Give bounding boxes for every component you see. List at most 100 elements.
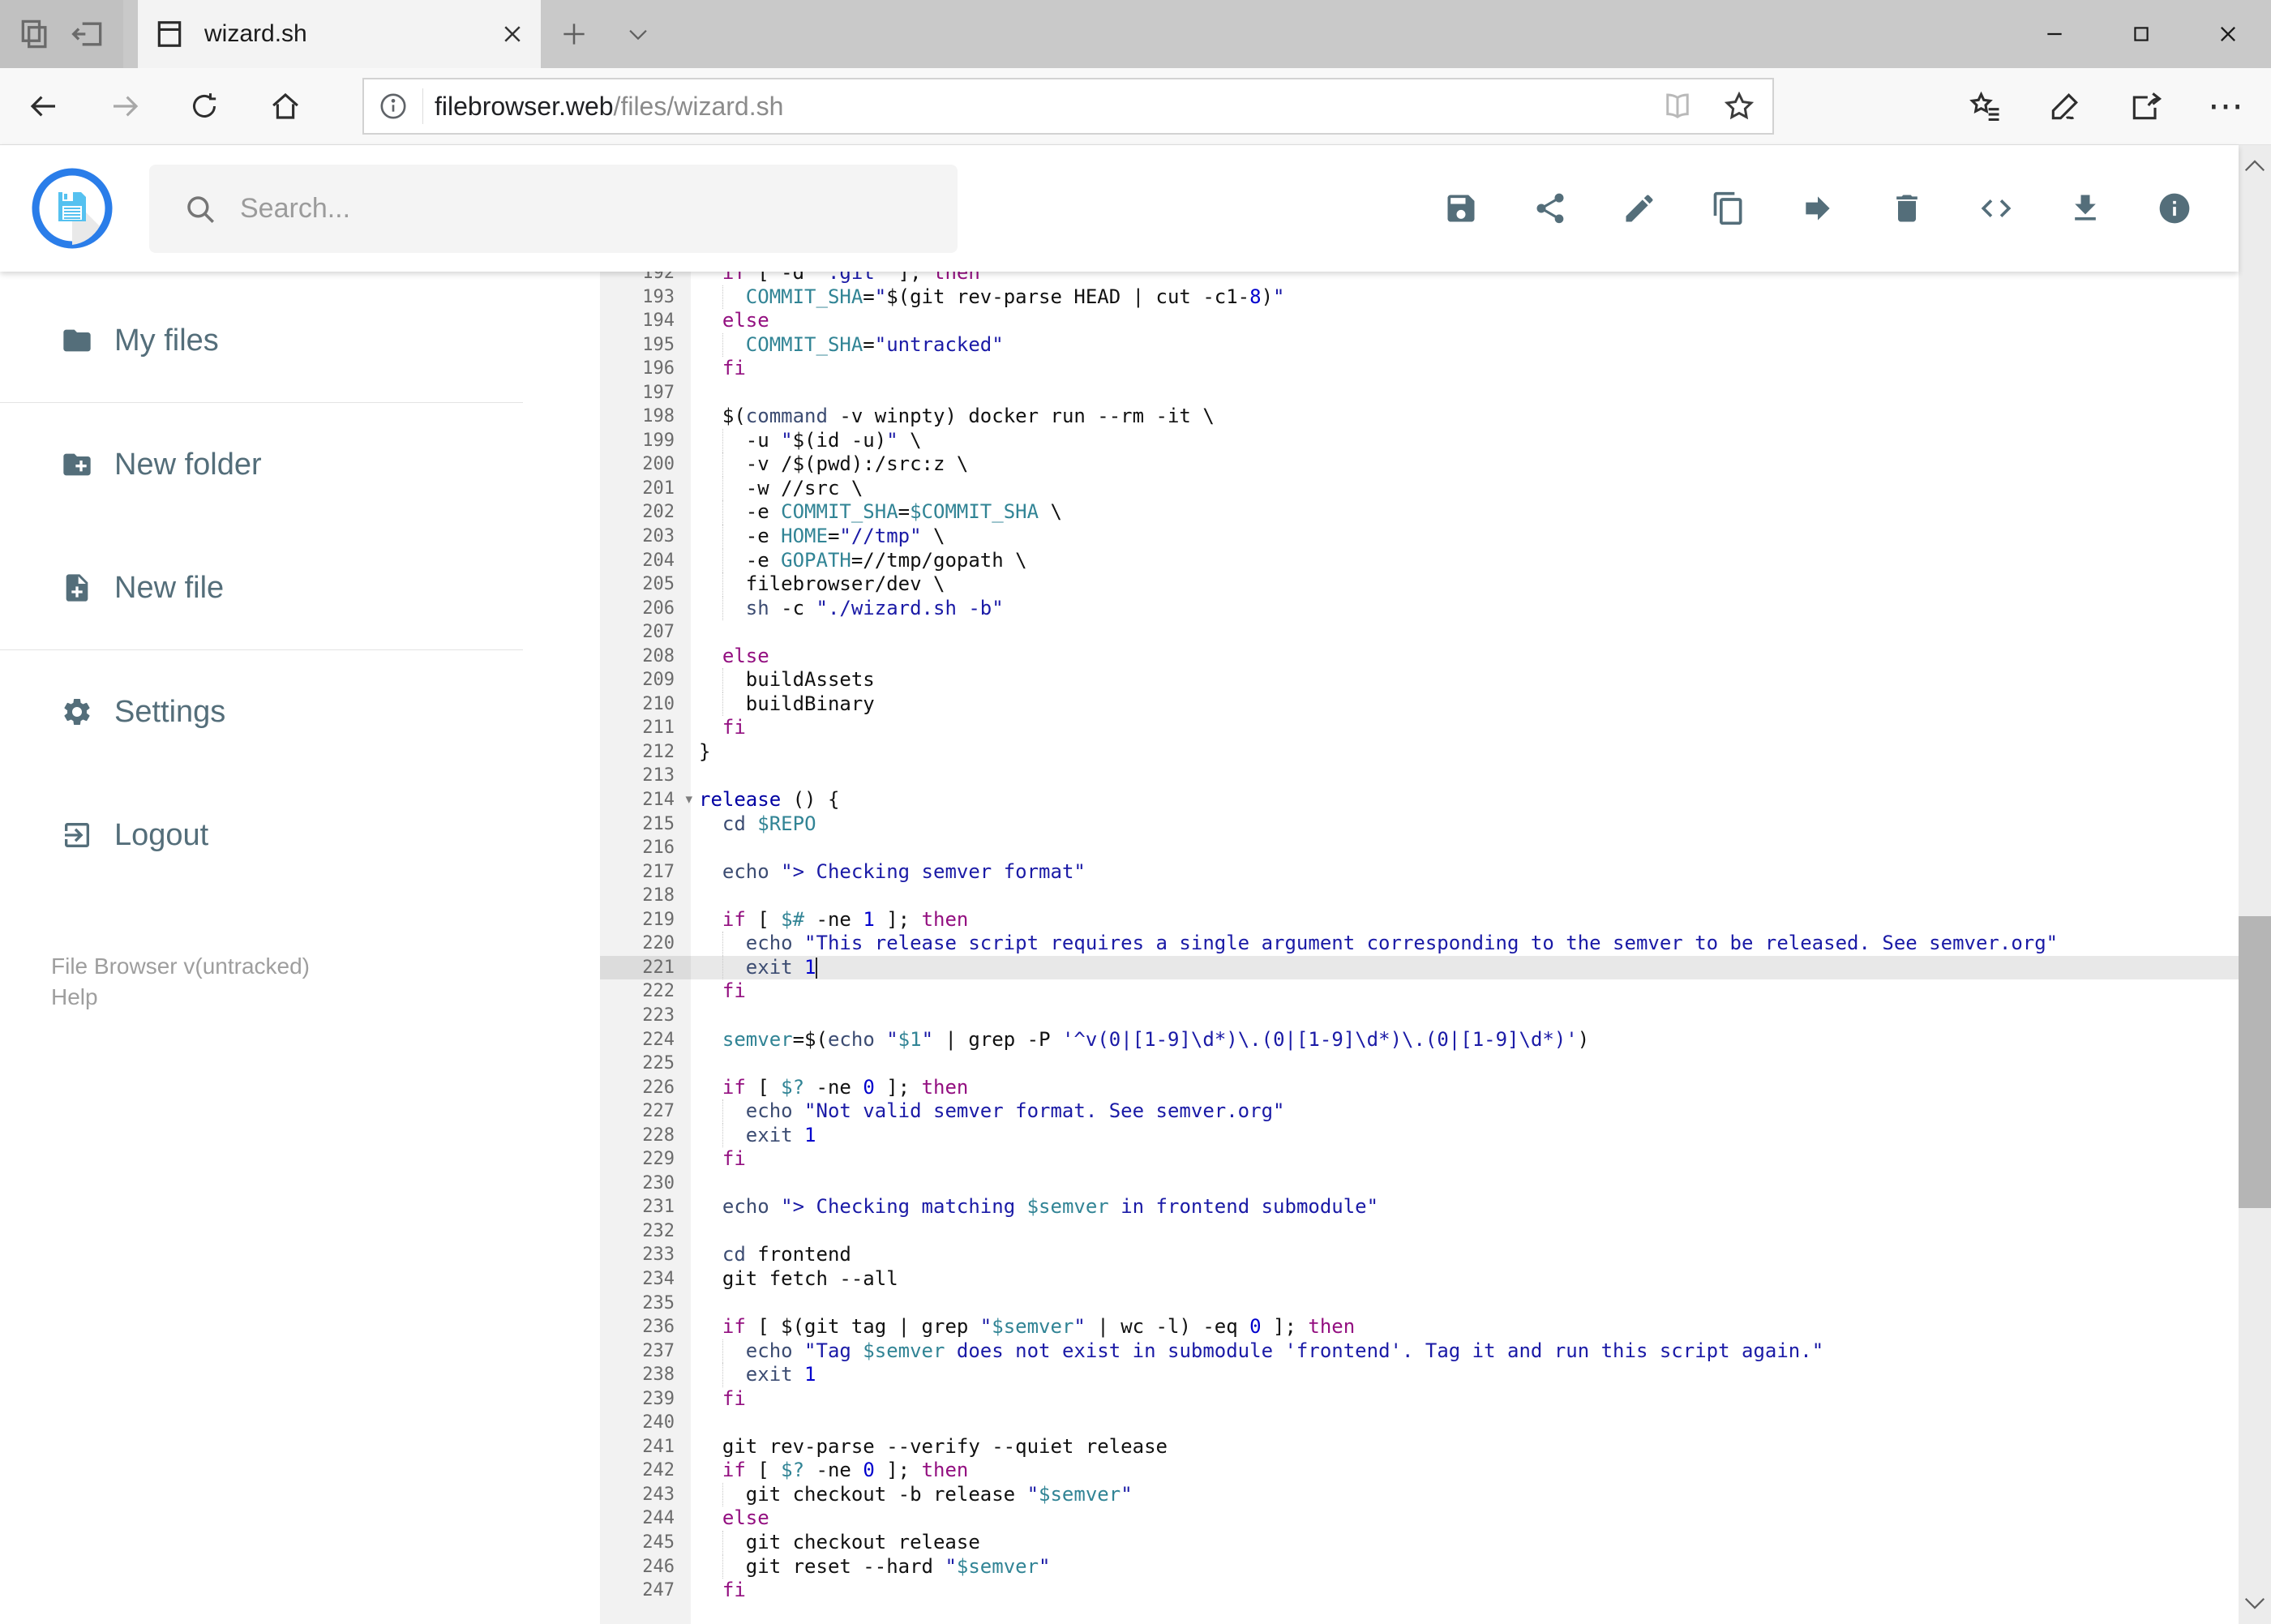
code-line[interactable]: 232 xyxy=(600,1219,2239,1244)
new-tab-button[interactable] xyxy=(548,0,600,68)
code-line[interactable]: 234 git fetch --all xyxy=(600,1267,2239,1292)
code-line[interactable]: 193 COMMIT_SHA="$(git rev-parse HEAD | c… xyxy=(600,285,2239,310)
search-box[interactable] xyxy=(149,165,958,253)
close-button[interactable] xyxy=(2184,0,2271,68)
code-line[interactable]: 246 git reset --hard "$semver" xyxy=(600,1554,2239,1579)
scroll-down-icon[interactable] xyxy=(2243,1595,2267,1613)
minimize-button[interactable] xyxy=(2011,0,2097,68)
save-button[interactable] xyxy=(1442,190,1480,227)
code-line[interactable]: 207 xyxy=(600,620,2239,645)
code-line[interactable]: 217 echo "> Checking semver format" xyxy=(600,860,2239,885)
code-editor[interactable]: 192 if [ -d ".git" ]; then 193 COMMIT_SHA… xyxy=(600,272,2239,1624)
annotate-pen-icon[interactable] xyxy=(2047,88,2083,124)
tab-list-chevron-icon[interactable] xyxy=(612,0,664,68)
browser-tab[interactable]: wizard.sh xyxy=(138,0,541,68)
code-line[interactable]: 236 if [ $(git tag | grep "$semver" | wc… xyxy=(600,1315,2239,1339)
forward-icon[interactable] xyxy=(108,89,142,123)
set-tabs-aside-icon[interactable] xyxy=(71,16,106,52)
code-line[interactable]: 215 cd $REPO xyxy=(600,812,2239,837)
code-line[interactable]: 241 git rev-parse --verify --quiet relea… xyxy=(600,1435,2239,1459)
code-line[interactable]: 244 else xyxy=(600,1506,2239,1531)
url-text[interactable]: filebrowser.web/files/wizard.sh xyxy=(435,92,783,122)
code-line[interactable]: 237 echo "Tag $semver does not exist in … xyxy=(600,1339,2239,1364)
home-icon[interactable] xyxy=(268,89,302,123)
code-line[interactable]: 245 git checkout release xyxy=(600,1530,2239,1555)
sidebar-item-settings[interactable]: Settings xyxy=(0,650,600,773)
share-button[interactable] xyxy=(1532,190,1569,227)
code-line[interactable]: 230 xyxy=(600,1172,2239,1196)
code-line[interactable]: 222 fi xyxy=(600,979,2239,1004)
tab-close-icon[interactable] xyxy=(500,22,525,46)
code-line[interactable]: 201 -w //src \ xyxy=(600,476,2239,501)
code-line[interactable]: 240 xyxy=(600,1411,2239,1435)
code-line[interactable]: 202 -e COMMIT_SHA=$COMMIT_SHA \ xyxy=(600,500,2239,525)
code-line[interactable]: 204 -e GOPATH=//tmp/gopath \ xyxy=(600,548,2239,573)
filebrowser-logo[interactable] xyxy=(32,168,113,249)
delete-button[interactable] xyxy=(1888,190,1926,227)
code-line[interactable]: 213 xyxy=(600,764,2239,788)
code-line[interactable]: 195 COMMIT_SHA="untracked" xyxy=(600,332,2239,358)
code-line[interactable]: 196 fi xyxy=(600,357,2239,381)
info-button[interactable] xyxy=(2156,190,2193,227)
address-bar[interactable]: filebrowser.web/files/wizard.sh xyxy=(362,78,1774,135)
move-button[interactable] xyxy=(1799,190,1836,227)
code-line[interactable]: 194 else xyxy=(600,309,2239,333)
sidebar-item-my-files[interactable]: My files xyxy=(0,279,600,402)
code-line[interactable]: 197 xyxy=(600,381,2239,405)
tab-preview-icon[interactable] xyxy=(17,16,53,52)
code-line[interactable]: 235 xyxy=(600,1292,2239,1316)
code-line[interactable]: 199 -u "$(id -u)" \ xyxy=(600,428,2239,453)
code-line[interactable]: 223 xyxy=(600,1004,2239,1028)
code-line[interactable]: 226 if [ $? -ne 0 ]; then xyxy=(600,1076,2239,1100)
scrollbar-thumb[interactable] xyxy=(2239,916,2271,1208)
code-line[interactable]: 228 exit 1 xyxy=(600,1123,2239,1148)
favorite-star-icon[interactable] xyxy=(1722,89,1756,123)
code-line[interactable]: 224 semver=$(echo "$1" | grep -P '^v(0|[… xyxy=(600,1028,2239,1052)
code-line[interactable]: 247 fi xyxy=(600,1579,2239,1603)
code-line[interactable]: 220 echo "This release script requires a… xyxy=(600,932,2239,956)
sidebar-item-new-folder[interactable]: New folder xyxy=(0,403,600,526)
download-button[interactable] xyxy=(2067,190,2104,227)
code-line[interactable]: 218 xyxy=(600,884,2239,908)
sidebar-item-new-file[interactable]: New file xyxy=(0,526,600,649)
hub-favorites-icon[interactable] xyxy=(1968,88,2003,124)
code-line[interactable]: 239 fi xyxy=(600,1387,2239,1412)
code-line[interactable]: 219 if [ $# -ne 1 ]; then xyxy=(600,908,2239,932)
code-line[interactable]: 233 cd frontend xyxy=(600,1243,2239,1267)
share-icon[interactable] xyxy=(2128,88,2164,124)
code-line[interactable]: 198 $(command -v winpty) docker run --rm… xyxy=(600,405,2239,429)
code-line[interactable]: 227 echo "Not valid semver format. See s… xyxy=(600,1099,2239,1124)
code-line[interactable]: 221 exit 1 xyxy=(600,955,2239,980)
code-line[interactable]: 212} xyxy=(600,740,2239,765)
code-line[interactable]: 211 fi xyxy=(600,716,2239,740)
code-line[interactable]: 200 -v /$(pwd):/src:z \ xyxy=(600,452,2239,477)
code-button[interactable] xyxy=(1977,190,2015,227)
code-line[interactable]: 205 filebrowser/dev \ xyxy=(600,572,2239,597)
site-info-icon[interactable] xyxy=(377,90,409,122)
code-line[interactable]: 209 buildAssets xyxy=(600,668,2239,692)
code-line[interactable]: 208 else xyxy=(600,645,2239,669)
page-scrollbar[interactable] xyxy=(2239,145,2271,1624)
refresh-icon[interactable] xyxy=(188,90,221,122)
code-line[interactable]: 225 xyxy=(600,1052,2239,1076)
code-line[interactable]: 229 fi xyxy=(600,1147,2239,1172)
back-icon[interactable] xyxy=(27,89,61,123)
scroll-up-icon[interactable] xyxy=(2243,156,2267,174)
code-line[interactable]: 243 git checkout -b release "$semver" xyxy=(600,1482,2239,1507)
edit-button[interactable] xyxy=(1621,190,1658,227)
code-line[interactable]: 210 buildBinary xyxy=(600,692,2239,717)
code-line[interactable]: 231 echo "> Checking matching $semver in… xyxy=(600,1195,2239,1219)
help-link[interactable]: Help xyxy=(51,982,310,1013)
reading-view-icon[interactable] xyxy=(1660,89,1695,123)
code-line[interactable]: 203 -e HOME="//tmp" \ xyxy=(600,525,2239,549)
code-line[interactable]: 238 exit 1 xyxy=(600,1363,2239,1387)
sidebar-item-logout[interactable]: Logout xyxy=(0,773,600,897)
maximize-button[interactable] xyxy=(2097,0,2184,68)
code-line[interactable]: 216 xyxy=(600,836,2239,860)
code-line[interactable]: 192 if [ -d ".git" ]; then xyxy=(600,272,2239,285)
code-line[interactable]: 206 sh -c "./wizard.sh -b" xyxy=(600,596,2239,621)
search-input[interactable] xyxy=(240,193,889,225)
code-line[interactable]: 242 if [ $? -ne 0 ]; then xyxy=(600,1459,2239,1483)
more-options-icon[interactable]: ⋯ xyxy=(2208,86,2243,127)
copy-button[interactable] xyxy=(1710,190,1747,227)
